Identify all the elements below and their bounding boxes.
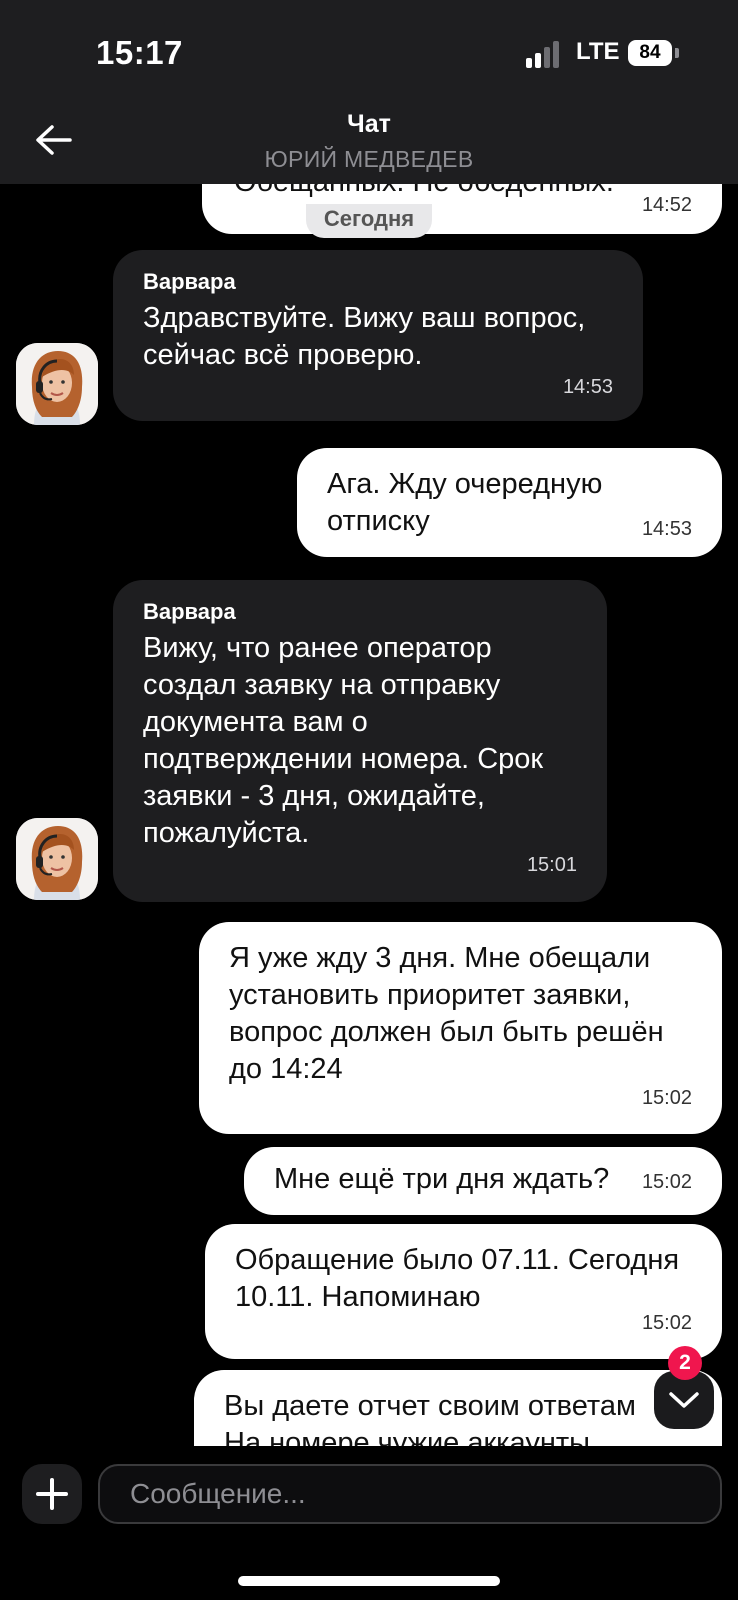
status-bar: 15:17 LTE 84 xyxy=(0,0,738,100)
battery-tip xyxy=(675,48,679,58)
message-outgoing[interactable]: Обещанных. Не обеденных. 14:52 xyxy=(202,184,722,234)
battery-icon: 84 xyxy=(628,40,672,66)
message-time: 14:52 xyxy=(641,194,692,216)
add-attachment-button[interactable] xyxy=(22,1464,82,1524)
message-outgoing[interactable]: Мне ещё три дня ждать? 15:02 xyxy=(244,1147,722,1215)
signal-icon xyxy=(526,40,562,68)
message-text: Здравствуйте. Вижу ваш вопрос, сейчас вс… xyxy=(143,302,586,371)
message-time: 14:53 xyxy=(562,376,613,398)
avatar xyxy=(16,343,98,425)
message-input[interactable] xyxy=(98,1464,722,1524)
avatar xyxy=(16,818,98,900)
message-incoming[interactable]: Варвара Вижу, что ранее оператор создал … xyxy=(113,580,607,902)
message-outgoing[interactable]: Обращение было 07.11. Сегодня 10.11. Нап… xyxy=(205,1224,722,1359)
page-title: Чат xyxy=(347,110,391,138)
message-time: 15:02 xyxy=(641,1312,692,1334)
message-text: Я уже жду 3 дня. Мне обещали установить … xyxy=(229,942,664,1085)
chat-messages[interactable]: Обещанных. Не обеденных. 14:52 Сегодня В… xyxy=(0,184,738,1446)
sender-name: Варвара xyxy=(143,269,236,294)
message-text: Мне ещё три дня ждать? xyxy=(274,1163,610,1195)
message-outgoing[interactable]: Вы даете отчет своим ответам На номере ч… xyxy=(194,1370,722,1446)
message-text: Обращение было 07.11. Сегодня 10.11. Нап… xyxy=(235,1244,680,1313)
plus-icon xyxy=(36,1478,68,1510)
sender-name: Варвара xyxy=(143,599,236,624)
message-text: Вижу, что ранее оператор создал заявку н… xyxy=(143,632,544,849)
message-time: 15:02 xyxy=(641,1087,692,1109)
date-separator: Сегодня xyxy=(306,204,432,238)
message-text: Ага. Жду очередную отписку xyxy=(327,468,603,537)
message-outgoing[interactable]: Ага. Жду очередную отписку 14:53 xyxy=(297,448,722,557)
network-type: LTE xyxy=(576,38,620,65)
message-text: Вы даете отчет своим ответам На номере ч… xyxy=(224,1390,636,1446)
unread-badge: 2 xyxy=(668,1346,702,1380)
status-time: 15:17 xyxy=(96,34,183,71)
composer xyxy=(0,1446,738,1600)
contact-name: ЮРИЙ МЕДВЕДЕВ xyxy=(264,146,474,172)
message-text: Обещанных. Не обеденных. xyxy=(234,184,692,201)
chat-header: Чат ЮРИЙ МЕДВЕДЕВ xyxy=(0,100,738,184)
message-incoming[interactable]: Варвара Здравствуйте. Вижу ваш вопрос, с… xyxy=(113,250,643,421)
message-time: 15:01 xyxy=(526,854,577,876)
message-time: 15:02 xyxy=(641,1171,692,1193)
message-outgoing[interactable]: Я уже жду 3 дня. Мне обещали установить … xyxy=(199,922,722,1134)
message-time: 14:53 xyxy=(641,518,692,540)
home-indicator xyxy=(238,1576,500,1586)
